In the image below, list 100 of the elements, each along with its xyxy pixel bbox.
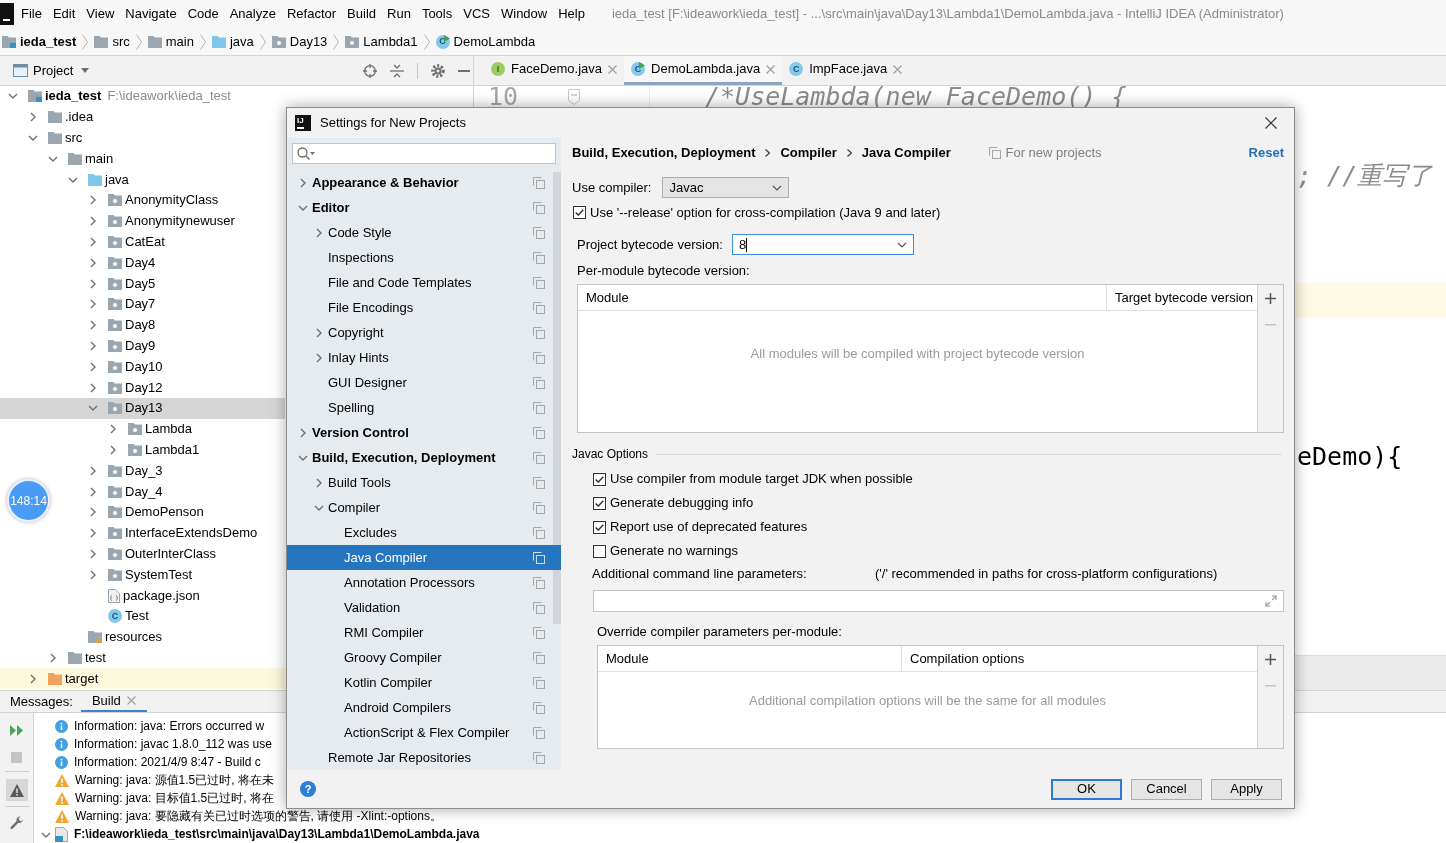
menu-item[interactable]: Run — [387, 5, 411, 23]
chevron-right-icon[interactable] — [90, 299, 96, 310]
tree-item[interactable]: Day13 — [0, 397, 285, 419]
chevron-right-icon[interactable] — [90, 320, 96, 331]
menu-item[interactable]: Build — [347, 5, 376, 23]
settings-nav-item[interactable]: Spelling — [287, 395, 561, 420]
menu-item[interactable]: Help — [558, 5, 585, 23]
dialog-button[interactable]: Cancel — [1131, 778, 1202, 800]
settings-nav-item[interactable]: Kotlin Compiler — [287, 670, 561, 695]
chevron-right-icon[interactable] — [90, 257, 96, 268]
help-button[interactable]: ? — [300, 781, 316, 797]
breadcrumb-item[interactable]: Build, Execution, Deployment — [572, 145, 756, 161]
checkbox-label[interactable]: Generate debugging info — [610, 495, 754, 511]
chevron-right-icon[interactable] — [50, 652, 56, 663]
chevron-right-icon[interactable] — [90, 236, 96, 247]
checkbox[interactable] — [593, 544, 606, 558]
menu-item[interactable]: Window — [500, 5, 548, 23]
editor-tab[interactable]: I FaceDemo.java — [484, 56, 625, 85]
add-icon[interactable] — [1265, 654, 1276, 665]
chevron-right-icon[interactable] — [110, 444, 116, 455]
breadcrumb-item[interactable]: Compiler — [780, 145, 837, 161]
column-header[interactable]: Module — [578, 285, 1107, 310]
add-icon[interactable] — [1265, 293, 1276, 304]
menu-item[interactable]: Analyze — [229, 5, 276, 23]
scrollbar[interactable] — [553, 172, 561, 624]
chevron-right-icon[interactable] — [30, 112, 36, 123]
menu-item[interactable]: Edit — [52, 5, 76, 23]
chevron-right-icon[interactable] — [90, 278, 96, 289]
locate-icon[interactable] — [363, 63, 377, 78]
compiler-dropdown[interactable]: Javac — [662, 177, 790, 198]
chevron-right-icon[interactable] — [316, 227, 322, 238]
chevron-down-icon[interactable] — [41, 831, 51, 838]
chevron-down-icon[interactable] — [314, 504, 324, 511]
breadcrumb-item[interactable]: Java Compiler — [861, 145, 951, 161]
chevron-right-icon[interactable] — [90, 382, 96, 393]
menu-item[interactable]: File — [21, 5, 42, 23]
breadcrumb-item[interactable]: src — [112, 32, 130, 51]
settings-nav-item[interactable]: Editor — [287, 195, 561, 220]
close-icon[interactable] — [1265, 117, 1277, 129]
expand-icon[interactable] — [1265, 595, 1277, 607]
chevron-right-icon[interactable] — [300, 427, 306, 438]
settings-nav-item[interactable]: Build, Execution, Deployment — [287, 445, 561, 470]
chevron-right-icon[interactable] — [316, 327, 322, 338]
settings-nav-item[interactable]: ActionScript & Flex Compiler — [287, 720, 561, 745]
settings-icon[interactable] — [431, 63, 445, 78]
chevron-down-icon[interactable] — [28, 135, 38, 141]
chevron-down-icon[interactable] — [68, 176, 78, 183]
menu-item[interactable]: Refactor — [286, 5, 337, 23]
settings-nav-item[interactable]: GUI Designer — [287, 370, 561, 395]
chevron-right-icon[interactable] — [90, 486, 96, 497]
chevron-right-icon[interactable] — [316, 352, 322, 363]
chevron-right-icon[interactable] — [316, 477, 322, 488]
breadcrumb-item[interactable]: ieda_test — [20, 32, 77, 51]
chevron-right-icon[interactable] — [90, 361, 96, 372]
chevron-down-icon[interactable] — [8, 93, 18, 100]
settings-nav-item[interactable]: Build Tools — [287, 470, 561, 495]
chevron-right-icon[interactable] — [90, 195, 96, 206]
wrench-icon[interactable] — [9, 816, 24, 830]
column-header[interactable]: Module — [598, 646, 902, 671]
settings-nav-item[interactable]: Compiler — [287, 495, 561, 520]
breadcrumb-item[interactable]: java — [229, 32, 254, 51]
rerun-icon[interactable] — [10, 725, 23, 736]
fold-marker-icon[interactable] — [568, 88, 581, 105]
collapse-all-icon[interactable] — [390, 63, 404, 78]
menu-item[interactable]: VCS — [463, 5, 490, 23]
settings-nav-item[interactable]: Inlay Hints — [287, 345, 561, 370]
settings-nav-item[interactable]: Validation — [287, 595, 561, 620]
view-dropdown[interactable]: Project — [33, 61, 90, 80]
menu-item[interactable]: Navigate — [125, 5, 177, 23]
chevron-right-icon[interactable] — [90, 569, 96, 580]
checkbox[interactable] — [593, 496, 606, 510]
chevron-down-icon[interactable] — [298, 204, 308, 211]
checkbox-label[interactable]: Generate no warnings — [610, 543, 738, 559]
checkbox[interactable] — [593, 520, 606, 534]
breadcrumb-item[interactable]: main — [165, 32, 194, 51]
breadcrumb-item[interactable]: Lambda1 — [363, 32, 418, 51]
chevron-right-icon[interactable] — [90, 528, 96, 539]
panel-tab[interactable]: Build — [80, 691, 147, 712]
reset-link[interactable]: Reset — [1248, 145, 1284, 161]
settings-nav-item[interactable]: File Encodings — [287, 295, 561, 320]
chevron-right-icon[interactable] — [90, 465, 96, 476]
parameters-field[interactable] — [593, 590, 1284, 612]
chevron-right-icon[interactable] — [90, 216, 96, 227]
menu-item[interactable]: Code — [187, 5, 219, 23]
breadcrumb-item[interactable]: DemoLambda — [453, 32, 536, 51]
dialog-button[interactable]: Apply — [1211, 778, 1282, 800]
column-header[interactable]: Compilation options — [902, 646, 1257, 671]
checkbox[interactable] — [593, 472, 606, 486]
warning-filter-button[interactable] — [5, 779, 28, 801]
chevron-right-icon[interactable] — [300, 177, 306, 188]
menu-item[interactable]: Tools — [421, 5, 453, 23]
checkbox-label[interactable]: Use compiler from module target JDK when possible — [610, 471, 913, 487]
chevron-right-icon[interactable] — [90, 548, 96, 559]
settings-nav-item[interactable]: Groovy Compiler — [287, 645, 561, 670]
minimize-icon[interactable] — [458, 69, 470, 72]
settings-nav-item[interactable]: Android Compilers — [287, 695, 561, 720]
chevron-down-icon[interactable] — [88, 405, 98, 412]
settings-nav-item[interactable]: Inspections — [287, 245, 561, 270]
bytecode-version-field[interactable]: 8 — [731, 234, 914, 255]
chevron-right-icon[interactable] — [110, 424, 116, 435]
